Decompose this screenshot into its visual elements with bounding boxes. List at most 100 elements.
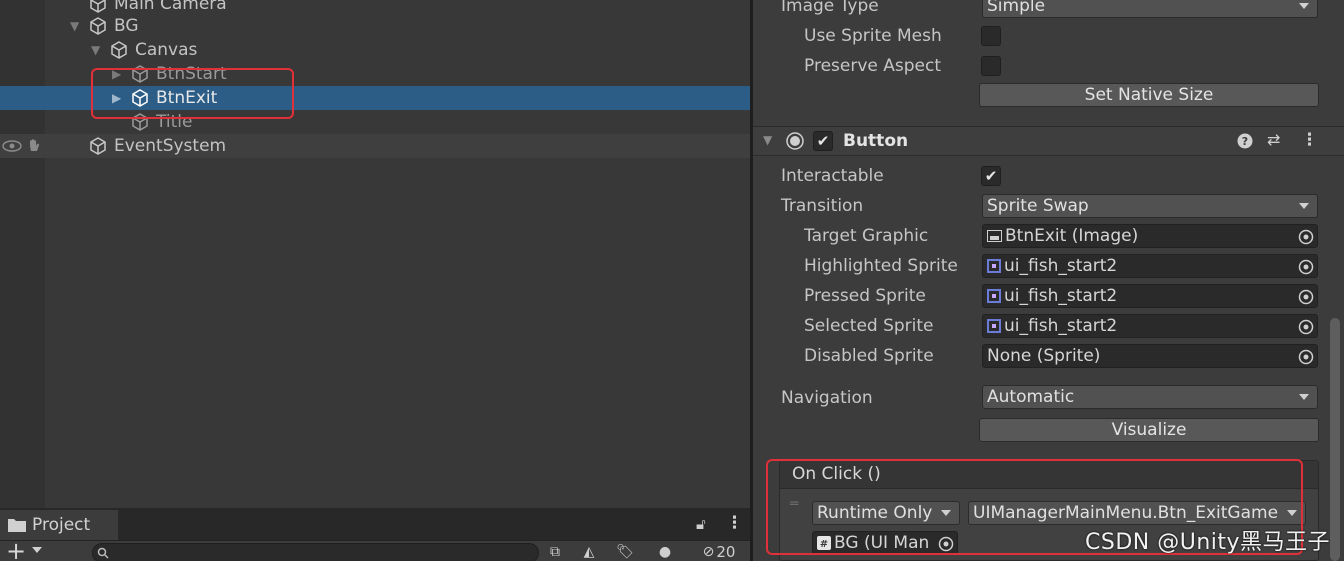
hierarchy-item-label: BG — [114, 16, 139, 36]
button-enabled-checkbox[interactable]: ✔ — [813, 131, 833, 151]
object-picker-icon[interactable] — [1297, 228, 1315, 246]
tab-project[interactable]: Project — [0, 510, 118, 540]
inspector-scrollbar[interactable] — [1330, 318, 1340, 561]
hidden-count: 20 — [716, 543, 736, 561]
object-picker-icon[interactable] — [937, 535, 955, 553]
image-type-label: Image Type — [781, 0, 879, 16]
hierarchy-item-btnexit[interactable]: ▶ BtnExit — [0, 86, 750, 110]
inspector-panel: Image Type Simple Use Sprite Mesh Preser… — [753, 0, 1344, 561]
project-tab-label: Project — [32, 515, 91, 535]
highlighted-sprite-label: Highlighted Sprite — [804, 256, 958, 276]
hierarchy-item-btnstart[interactable]: ▶ BtnStart — [0, 62, 750, 86]
function-value: UIManagerMainMenu.Btn_ExitGame — [973, 503, 1279, 523]
object-picker-icon[interactable] — [1297, 348, 1315, 366]
hierarchy-item-label: Canvas — [135, 40, 198, 60]
on-click-header: On Click () — [780, 461, 1318, 489]
create-plus-icon[interactable]: + — [6, 537, 26, 561]
selected-sprite-field[interactable]: ui_fish_start2 — [982, 314, 1318, 338]
hierarchy-item-title[interactable]: Title — [0, 110, 750, 134]
hierarchy-panel: Main Camera ▼ BG ▼ Canvas ▶ BtnStart ▶ B… — [0, 0, 750, 508]
script-icon: # — [817, 536, 831, 550]
pressed-sprite-field[interactable]: ui_fish_start2 — [982, 284, 1318, 308]
interactable-checkbox[interactable]: ✔ — [981, 166, 1001, 186]
gameobject-icon — [90, 137, 106, 155]
help-icon[interactable]: ? — [1237, 133, 1253, 149]
hierarchy-item-canvas[interactable]: ▼ Canvas — [0, 38, 750, 62]
pressed-sprite-value: ui_fish_start2 — [1004, 286, 1118, 306]
collapse-arrow-icon[interactable]: ▶ — [112, 68, 124, 80]
selected-sprite-value: ui_fish_start2 — [1004, 316, 1118, 336]
project-panel: Project 🔓︎ ⋮ + ⧉ ◭ 🏷︎ ● ⊘ 20 — [0, 508, 750, 561]
filter-by-type-icon[interactable]: ◭ — [574, 542, 604, 561]
hierarchy-item-label: EventSystem — [114, 136, 227, 156]
hierarchy-item-eventsystem[interactable]: EventSystem — [0, 134, 750, 158]
sprite-icon — [987, 319, 1001, 333]
watermark: CSDN @Unity黑马王子 — [1085, 530, 1331, 555]
object-picker-icon[interactable] — [1297, 258, 1315, 276]
navigation-value: Automatic — [987, 387, 1075, 407]
hierarchy-item-label: Title — [156, 112, 193, 132]
runtime-mode-value: Runtime Only — [817, 503, 933, 523]
preserve-aspect-label: Preserve Aspect — [804, 56, 942, 76]
chevron-down-icon — [941, 510, 951, 516]
set-native-size-button[interactable]: Set Native Size — [979, 83, 1319, 107]
gameobject-icon — [132, 65, 148, 83]
button-component-icon — [786, 132, 804, 150]
object-picker-icon[interactable] — [1297, 318, 1315, 336]
target-object-value: BG (UI Man — [834, 533, 930, 553]
chevron-down-icon — [1287, 510, 1297, 516]
search-by-scene-icon[interactable]: ⧉ — [540, 542, 570, 561]
warning-filter-icon[interactable]: ● — [650, 542, 680, 561]
sprite-icon — [987, 259, 1001, 273]
on-click-label: On Click () — [792, 464, 881, 484]
kebab-menu-icon[interactable]: ⋮ — [1301, 130, 1318, 150]
gameobject-icon — [132, 113, 148, 131]
image-component-icon — [987, 230, 1002, 242]
kebab-menu-icon[interactable]: ⋮ — [726, 513, 743, 533]
gameobject-icon — [111, 41, 127, 59]
selected-sprite-label: Selected Sprite — [804, 316, 934, 336]
collapse-arrow-icon[interactable]: ▶ — [112, 92, 124, 104]
project-toolbar: + ⧉ ◭ 🏷︎ ● ⊘ 20 — [0, 537, 750, 561]
foldout-arrow-icon[interactable]: ▼ — [763, 133, 772, 147]
image-type-dropdown[interactable]: Simple — [982, 0, 1318, 18]
hidden-packages-toggle[interactable]: ⊘ 20 — [692, 542, 746, 561]
drag-handle-icon[interactable]: ═ — [790, 497, 798, 511]
hierarchy-item-bg[interactable]: ▼ BG — [0, 14, 750, 38]
target-graphic-field[interactable]: BtnExit (Image) — [982, 224, 1318, 248]
eye-icon[interactable] — [2, 139, 22, 153]
chevron-down-icon — [1299, 3, 1309, 9]
hand-icon[interactable] — [26, 138, 44, 154]
object-picker-icon[interactable] — [1297, 288, 1315, 306]
svg-text:?: ? — [1242, 135, 1248, 148]
navigation-dropdown[interactable]: Automatic — [982, 385, 1318, 409]
runtime-mode-dropdown[interactable]: Runtime Only — [812, 501, 960, 525]
expand-arrow-icon[interactable]: ▼ — [91, 44, 103, 56]
preserve-aspect-checkbox[interactable] — [981, 56, 1001, 76]
preset-sliders-icon[interactable]: ⇄ — [1267, 130, 1280, 149]
gameobject-icon — [90, 0, 106, 13]
search-icon — [97, 547, 109, 559]
target-object-field[interactable]: # BG (UI Man — [812, 531, 958, 555]
lock-icon[interactable]: 🔓︎ — [696, 515, 706, 533]
create-dropdown-caret-icon[interactable] — [32, 547, 42, 553]
disabled-sprite-field[interactable]: None (Sprite) — [982, 344, 1318, 368]
visibility-pick-toggles[interactable] — [2, 138, 44, 154]
visualize-button[interactable]: Visualize — [979, 418, 1319, 442]
transition-dropdown[interactable]: Sprite Swap — [982, 194, 1318, 218]
disabled-sprite-label: Disabled Sprite — [804, 346, 934, 366]
use-sprite-mesh-checkbox[interactable] — [981, 26, 1001, 46]
function-dropdown[interactable]: UIManagerMainMenu.Btn_ExitGame — [968, 501, 1306, 525]
highlighted-sprite-field[interactable]: ui_fish_start2 — [982, 254, 1318, 278]
transition-value: Sprite Swap — [987, 196, 1089, 216]
target-graphic-label: Target Graphic — [804, 226, 929, 246]
button-component-header[interactable]: ▼ ✔ Button ? ⇄ ⋮ — [753, 126, 1344, 156]
use-sprite-mesh-label: Use Sprite Mesh — [804, 26, 942, 46]
image-type-value: Simple — [987, 0, 1046, 16]
folder-icon — [8, 519, 26, 532]
filter-by-label-icon[interactable]: 🏷︎ — [610, 542, 640, 561]
navigation-label: Navigation — [781, 388, 873, 408]
search-input[interactable] — [92, 543, 539, 561]
target-graphic-value: BtnExit (Image) — [1005, 226, 1139, 246]
expand-arrow-icon[interactable]: ▼ — [70, 20, 82, 32]
